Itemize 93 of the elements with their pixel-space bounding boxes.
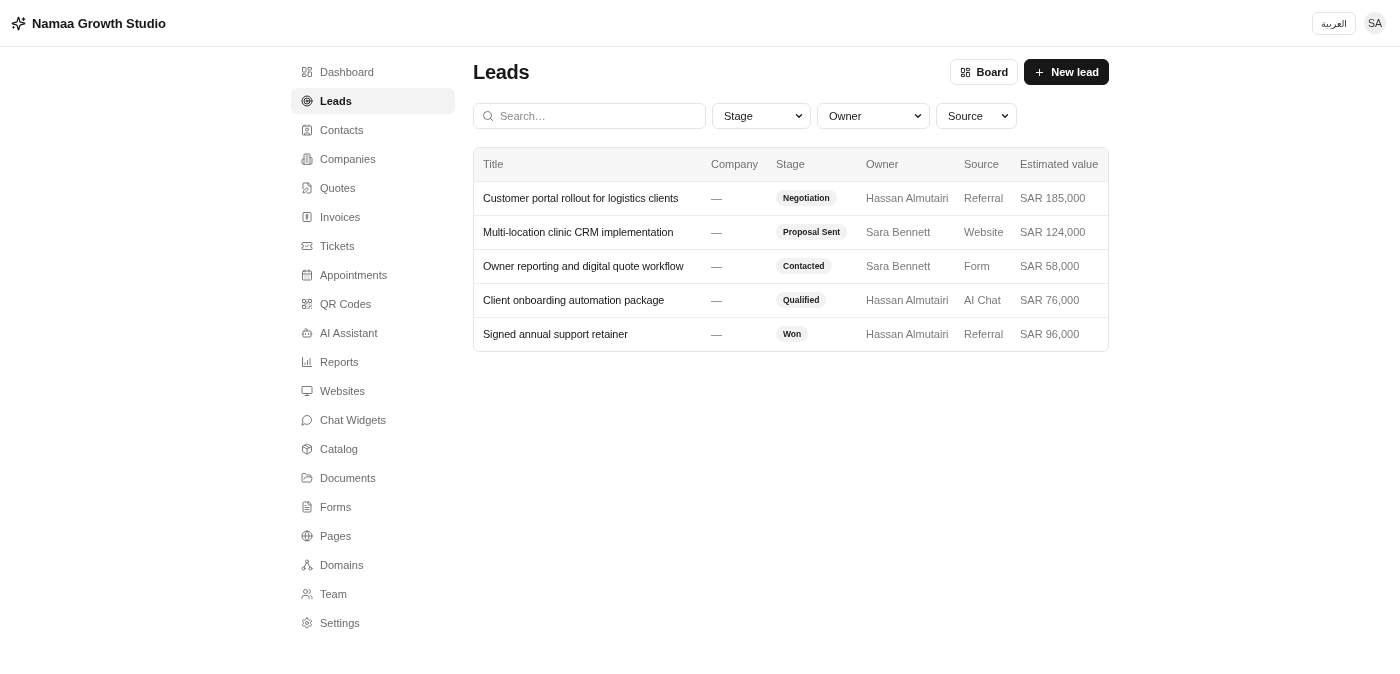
table-cell: Form <box>956 249 1012 283</box>
building-icon <box>301 153 313 165</box>
page-title: Leads <box>473 60 530 84</box>
sidebar-item[interactable]: Team <box>291 581 455 607</box>
column-header[interactable]: Owner <box>858 148 956 181</box>
sidebar-item[interactable]: Domains <box>291 552 455 578</box>
sidebar-item[interactable]: Contacts <box>291 117 455 143</box>
dollar-document-icon <box>301 211 313 223</box>
sidebar-item[interactable]: Quotes <box>291 175 455 201</box>
stage-tag: Negotiation <box>776 190 837 206</box>
target-icon <box>301 95 313 107</box>
filter-dropdown[interactable]: Owner <box>817 103 930 129</box>
chat-bubble-icon <box>301 414 313 426</box>
user-avatar[interactable]: SA <box>1364 12 1386 34</box>
sidebar-item[interactable]: Pages <box>291 523 455 549</box>
lead-title: Client onboarding automation package <box>474 283 703 317</box>
sidebar-item[interactable]: Appointments <box>291 262 455 288</box>
create-button[interactable]: New lead <box>1024 59 1109 85</box>
settings-icon <box>301 617 313 629</box>
table-cell: — <box>703 283 768 317</box>
language-button[interactable]: العربية <box>1312 11 1356 35</box>
grid-icon <box>959 66 971 78</box>
users-icon <box>301 588 313 600</box>
table-cell: — <box>703 181 768 215</box>
table-cell: SAR 58,000 <box>1012 249 1108 283</box>
ticket-icon <box>301 240 313 252</box>
chevron-down-icon <box>794 111 804 121</box>
monitor-icon <box>301 385 313 397</box>
robot-icon <box>301 327 313 339</box>
sidebar-item[interactable]: Reports <box>291 349 455 375</box>
calendar-icon <box>301 269 313 281</box>
lead-title: Owner reporting and digital quote workflow <box>474 249 703 283</box>
table-cell: Hassan Almutairi <box>858 283 956 317</box>
sidebar-item[interactable]: Chat Widgets <box>291 407 455 433</box>
table-cell: Referral <box>956 317 1012 351</box>
chevron-down-icon <box>913 111 923 121</box>
file-pen-icon <box>301 182 313 194</box>
sidebar-item[interactable]: Settings <box>291 610 455 636</box>
grid-icon <box>301 66 313 78</box>
sidebar-item[interactable]: QR Codes <box>291 291 455 317</box>
filter-dropdown[interactable]: Stage <box>712 103 811 129</box>
document-icon <box>301 501 313 513</box>
stage-tag: Contacted <box>776 258 832 274</box>
stage-tag: Proposal Sent <box>776 224 848 240</box>
stage-tag: Qualified <box>776 292 827 308</box>
filter-dropdown[interactable]: Source <box>936 103 1017 129</box>
search-icon <box>482 110 494 122</box>
table-cell: — <box>703 249 768 283</box>
sidebar-item[interactable]: Documents <box>291 465 455 491</box>
sidebar-item[interactable]: Catalog <box>291 436 455 462</box>
table-cell: — <box>703 317 768 351</box>
sidebar-item[interactable]: Invoices <box>291 204 455 230</box>
table-cell: Website <box>956 215 1012 249</box>
network-icon <box>301 559 313 571</box>
sidebar-item[interactable]: Dashboard <box>291 59 455 85</box>
lead-title: Customer portal rollout for logistics clients <box>474 181 703 215</box>
sidebar-item[interactable]: Tickets <box>291 233 455 259</box>
sidebar-item[interactable]: Leads <box>291 88 455 114</box>
table-cell: SAR 185,000 <box>1012 181 1108 215</box>
table-cell: Sara Bennett <box>858 249 956 283</box>
table-cell: SAR 96,000 <box>1012 317 1108 351</box>
bar-chart-icon <box>301 356 313 368</box>
contact-card-icon <box>301 124 313 136</box>
stage-tag: Won <box>776 326 809 343</box>
sidebar-item[interactable]: Forms <box>291 494 455 520</box>
lead-title: Multi-location clinic CRM implementation <box>474 215 703 249</box>
table-cell: Hassan Almutairi <box>858 317 956 351</box>
table-cell: Hassan Almutairi <box>858 181 956 215</box>
folder-icon <box>301 472 313 484</box>
sidebar-item[interactable]: Companies <box>291 146 455 172</box>
column-header[interactable]: Title <box>474 148 703 181</box>
table-cell: — <box>703 215 768 249</box>
table-cell: Sara Bennett <box>858 215 956 249</box>
lead-title: Signed annual support retainer <box>474 317 703 351</box>
column-header[interactable]: Company <box>703 148 768 181</box>
app-name: Namaa Growth Studio <box>32 15 166 31</box>
qr-code-icon <box>301 298 313 310</box>
globe-icon <box>301 530 313 542</box>
table-cell: AI Chat <box>956 283 1012 317</box>
column-header[interactable]: Stage <box>768 148 858 181</box>
plus-icon <box>1034 66 1046 78</box>
sparkles-icon <box>11 15 26 31</box>
table-cell: SAR 124,000 <box>1012 215 1108 249</box>
search-field[interactable]: Search… <box>473 103 706 129</box>
table-cell: Referral <box>956 181 1012 215</box>
column-header[interactable]: Source <box>956 148 1012 181</box>
column-header[interactable]: Estimated value <box>1012 148 1108 181</box>
box-icon <box>301 443 313 455</box>
sidebar-item[interactable]: AI Assistant <box>291 320 455 346</box>
chevron-down-icon <box>1000 111 1010 121</box>
table-cell: SAR 76,000 <box>1012 283 1108 317</box>
sidebar-item[interactable]: Websites <box>291 378 455 404</box>
view-button[interactable]: Board <box>949 59 1019 85</box>
